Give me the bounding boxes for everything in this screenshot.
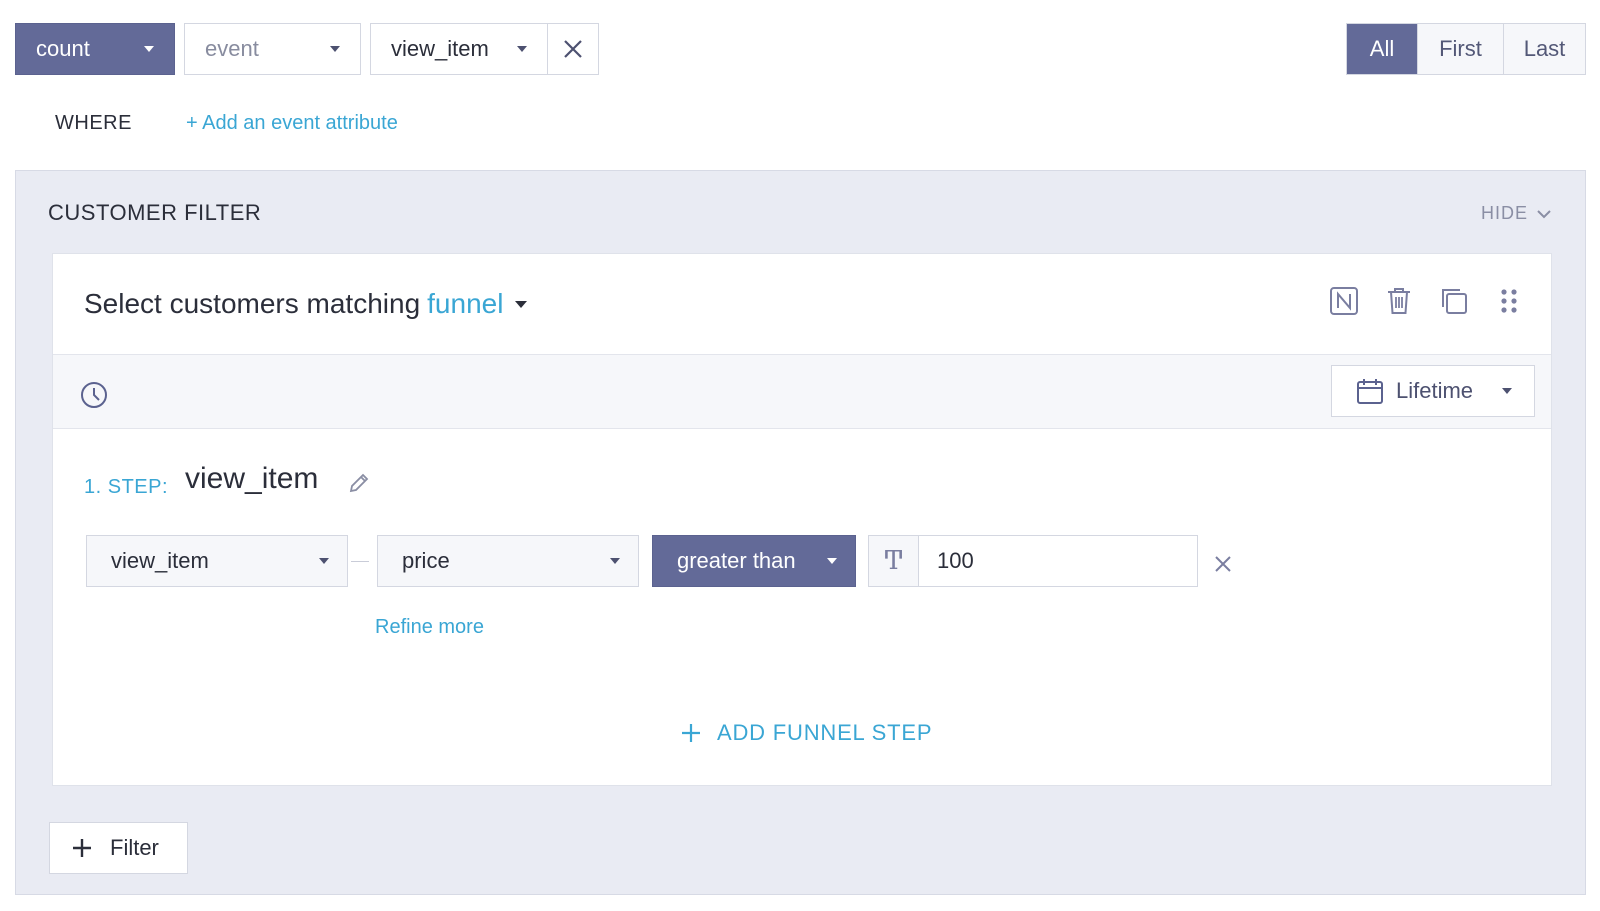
condition-value[interactable]: 100 (919, 536, 1197, 586)
edit-step-name-button[interactable] (343, 467, 375, 499)
chevron-down-icon (1537, 209, 1551, 218)
event-select[interactable]: view_item (370, 23, 548, 75)
add-event-attribute-link[interactable]: + Add an event attribute (186, 112, 398, 135)
close-icon (1215, 556, 1231, 572)
trash-icon (1388, 288, 1410, 314)
toggle-last[interactable]: Last (1503, 24, 1585, 74)
chevron-down-icon (827, 558, 837, 564)
aggregation-select[interactable]: count (15, 23, 175, 75)
refine-more-link[interactable]: Refine more (375, 616, 484, 639)
condition-value-input[interactable]: Ͳ 100 (868, 535, 1198, 587)
add-filter-label: Filter (110, 835, 159, 860)
negate-icon (1330, 287, 1358, 315)
customer-filter-title: CUSTOMER FILTER (48, 200, 262, 225)
chevron-down-icon (610, 558, 620, 564)
duplicate-icon (1442, 289, 1467, 314)
condition-attribute-value: price (402, 548, 450, 573)
text-type-icon[interactable]: Ͳ (869, 536, 919, 586)
condition-event-select[interactable]: view_item (86, 535, 348, 587)
add-filter-button[interactable]: Filter (49, 822, 188, 874)
chevron-down-icon (1502, 388, 1512, 394)
delete-button[interactable] (1383, 285, 1415, 317)
drag-handle[interactable] (1493, 285, 1525, 317)
source-placeholder: event (205, 36, 259, 61)
drag-handle-icon (1501, 289, 1517, 313)
step-label: 1. STEP: (84, 476, 169, 498)
chevron-down-icon (144, 46, 154, 52)
clear-event-button[interactable] (547, 23, 599, 75)
remove-condition-button[interactable] (1210, 551, 1236, 577)
aggregation-value: count (36, 36, 90, 61)
toggle-first[interactable]: First (1417, 24, 1503, 74)
close-icon (564, 40, 582, 58)
time-range-strip (53, 354, 1551, 429)
step-name: view_item (185, 462, 319, 495)
add-funnel-step-button[interactable]: ADD FUNNEL STEP (681, 720, 932, 746)
time-range-select[interactable]: Lifetime (1331, 365, 1535, 417)
chevron-down-icon (330, 46, 340, 52)
event-value: view_item (391, 36, 489, 61)
condition-attribute-select[interactable]: price (377, 535, 639, 587)
calendar-icon (1357, 379, 1383, 404)
occurrence-toggle[interactable]: All First Last (1346, 23, 1586, 75)
time-window-button[interactable] (78, 379, 110, 411)
hide-button[interactable]: HIDE (1481, 203, 1552, 224)
clock-icon (81, 382, 107, 408)
pencil-icon (349, 473, 369, 493)
chevron-down-icon (319, 558, 329, 564)
condition-operator-select[interactable]: greater than (652, 535, 856, 587)
filter-card (52, 253, 1552, 786)
plus-icon (682, 724, 700, 742)
plus-icon (73, 839, 91, 857)
condition-event-value: view_item (111, 548, 209, 573)
duplicate-button[interactable] (1438, 285, 1470, 317)
chevron-down-icon[interactable] (515, 300, 528, 308)
condition-operator-value: greater than (677, 548, 796, 573)
hide-label: HIDE (1481, 203, 1529, 223)
match-type-select[interactable]: funnel (427, 288, 503, 320)
add-funnel-step-label: ADD FUNNEL STEP (717, 720, 933, 745)
card-title-prefix: Select customers matching (84, 288, 421, 319)
source-select[interactable]: event (184, 23, 361, 75)
negate-button[interactable] (1328, 285, 1360, 317)
chevron-down-icon (517, 46, 527, 52)
time-range-value: Lifetime (1396, 378, 1474, 403)
where-label: WHERE (55, 112, 132, 134)
toggle-all[interactable]: All (1347, 24, 1417, 74)
connector-dash (351, 561, 369, 562)
card-title: Select customers matching funnel (84, 288, 528, 320)
